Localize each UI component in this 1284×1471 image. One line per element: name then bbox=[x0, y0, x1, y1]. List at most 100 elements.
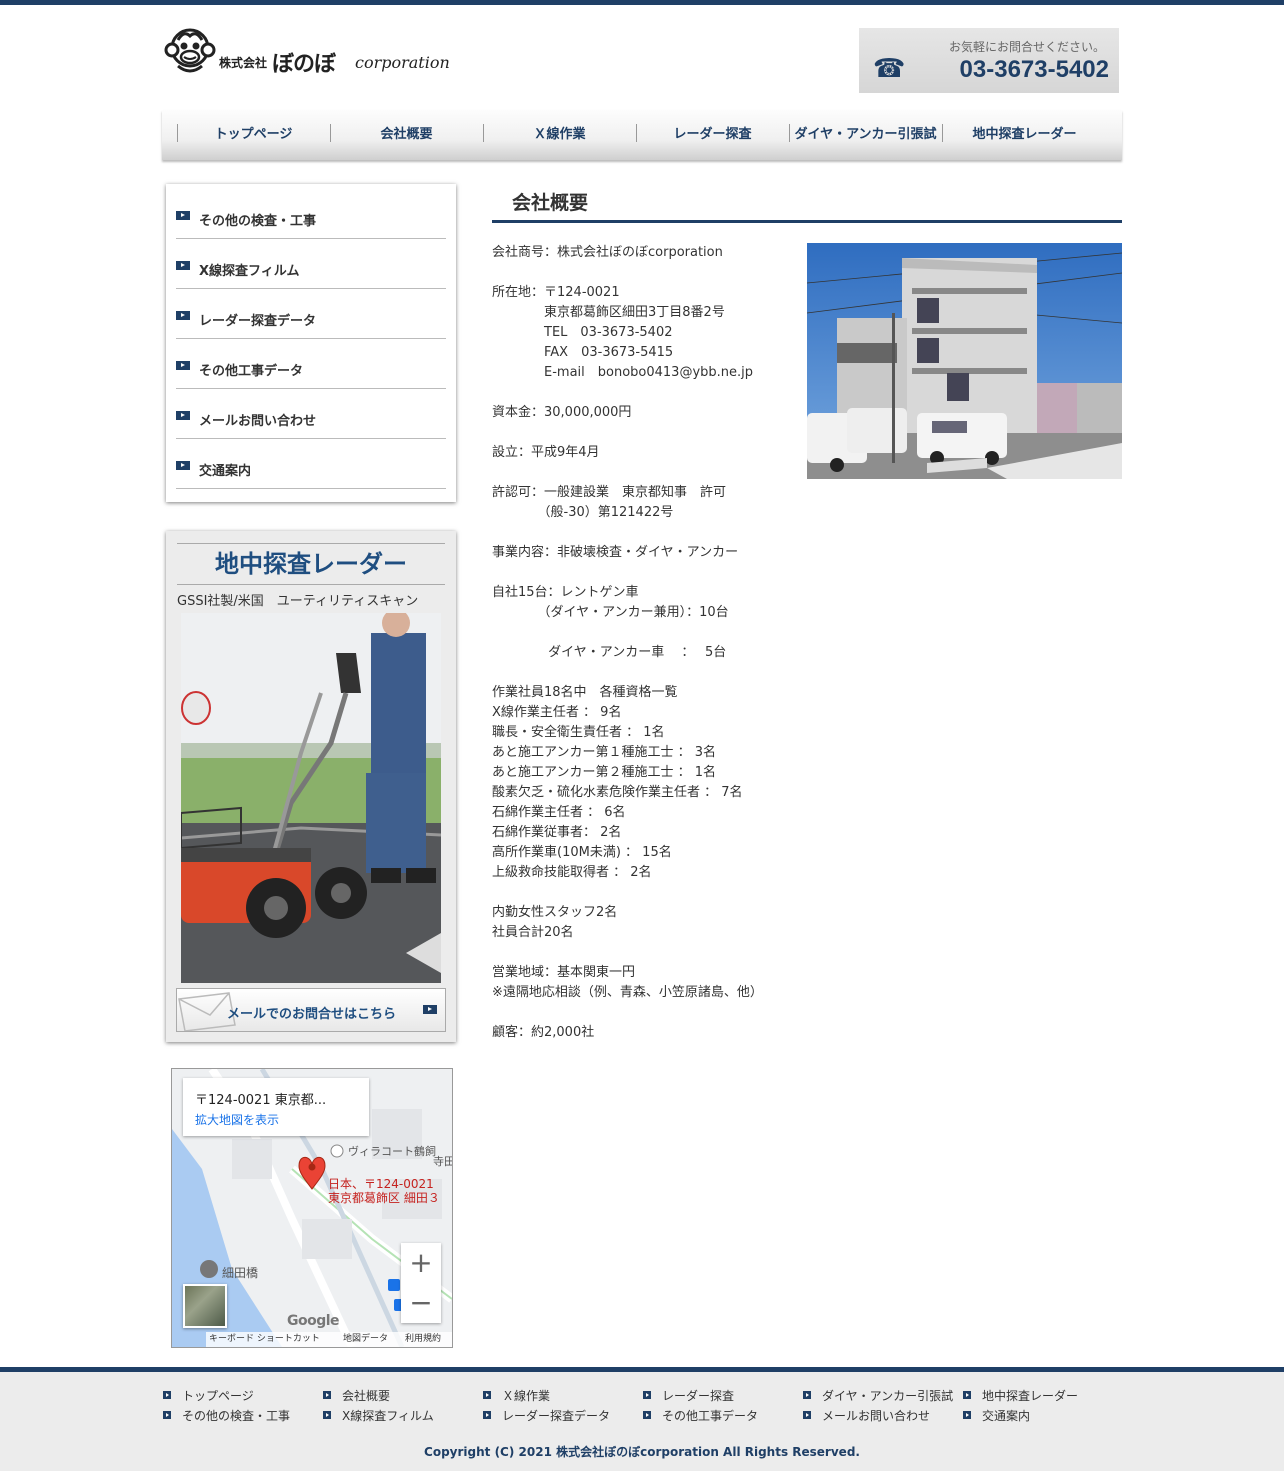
sidenav-item-access[interactable]: 交通案内 bbox=[176, 439, 446, 489]
info-line: 設立：平成9年4月 bbox=[492, 445, 600, 460]
arrow-icon bbox=[643, 1391, 651, 1399]
info-line: 酸素欠乏・硫化水素危険作業主任者 ： 7名 bbox=[492, 785, 743, 800]
sidenav-item-xray-film[interactable]: X線探査フィルム bbox=[176, 239, 446, 289]
footer-link-label: Ｘ線作業 bbox=[502, 1389, 551, 1403]
arrow-icon bbox=[643, 1411, 651, 1419]
info-line bbox=[492, 523, 792, 543]
info-line: ダイヤ・アンカー車 ： 5台 bbox=[492, 645, 727, 660]
footer-link-label: その他の検査・工事 bbox=[182, 1409, 291, 1423]
terms-link[interactable]: 利用規約 bbox=[405, 1332, 441, 1347]
footer-link-label: メールお問い合わせ bbox=[822, 1409, 931, 1423]
arrow-icon bbox=[176, 361, 190, 370]
zoom-out-button[interactable]: − bbox=[401, 1283, 441, 1323]
ground-radar-box: 地中探査レーダー GSSI社製/米国 ユーティリティスキャン メールでのお問合せ… bbox=[166, 531, 456, 1042]
radar-box-title[interactable]: 地中探査レーダー bbox=[177, 543, 445, 585]
main-heading: 会社概要 bbox=[492, 184, 1122, 223]
arrow-icon bbox=[176, 461, 190, 470]
arrow-icon bbox=[163, 1391, 171, 1399]
nav-anchor-test[interactable]: ダイヤ・アンカー引張試 bbox=[789, 110, 942, 160]
info-line bbox=[492, 623, 792, 643]
global-navigation: トップページ 会社概要 Ｘ線作業 レーダー探査 ダイヤ・アンカー引張試 地中探査… bbox=[162, 110, 1122, 160]
keyboard-shortcut-link[interactable]: キーボード ショートカット bbox=[209, 1332, 320, 1347]
sidenav-item-other-inspection[interactable]: その他の検査・工事 bbox=[176, 189, 446, 239]
sidenav-item-mail[interactable]: メールお問い合わせ bbox=[176, 389, 446, 439]
mail-inquiry-button[interactable]: メールでのお問合せはこちら bbox=[176, 988, 446, 1032]
sidenav-item-label: その他の検査・工事 bbox=[199, 214, 317, 229]
arrow-icon bbox=[483, 1411, 491, 1419]
map-pin-label-line: 日本、〒124-0021 bbox=[328, 1177, 434, 1191]
info-line: E-mail bonobo0413@ybb.ne.jp bbox=[492, 365, 754, 380]
footer-link-label: 地中探査レーダー bbox=[982, 1389, 1079, 1403]
info-line: 自社15台：レントゲン車 bbox=[492, 585, 639, 600]
map-pin-label-line: 東京都葛飾区 細田３ bbox=[328, 1191, 440, 1205]
arrow-icon bbox=[423, 1005, 437, 1014]
footer-link-label: X線探査フィルム bbox=[342, 1409, 434, 1423]
sidenav-item-label: メールお問い合わせ bbox=[199, 414, 317, 429]
info-line: 社員合計20名 bbox=[492, 925, 574, 940]
map-address: 〒124-0021 東京都... bbox=[195, 1093, 327, 1108]
logo-suffix: corporation bbox=[355, 53, 450, 72]
map-attribution: キーボード ショートカット 地図データ 利用規約 bbox=[206, 1332, 452, 1347]
arrow-icon bbox=[963, 1411, 971, 1419]
footer-link-label: レーダー探査データ bbox=[502, 1409, 611, 1423]
map-poi: ヴィラコート鶴飼 bbox=[348, 1145, 436, 1158]
info-line bbox=[492, 1003, 792, 1023]
nav-top[interactable]: トップページ bbox=[177, 110, 330, 160]
info-line: 会社商号：株式会社ぼのぼcorporation bbox=[492, 245, 723, 260]
map-enlarge-link[interactable]: 拡大地図を表示 bbox=[195, 1111, 279, 1128]
arrow-icon bbox=[176, 261, 190, 270]
info-line: 資本金：30,000,000円 bbox=[492, 405, 632, 420]
info-line: 内勤女性スタッフ2名 bbox=[492, 905, 618, 920]
info-line: 職長・安全衛生責任者 ： 1名 bbox=[492, 725, 665, 740]
nav-xray[interactable]: Ｘ線作業 bbox=[483, 110, 636, 160]
top-accent-bar bbox=[0, 0, 1284, 5]
info-line bbox=[492, 943, 792, 963]
satellite-toggle[interactable] bbox=[183, 1284, 227, 1328]
radar-box-subtitle: GSSI社製/米国 ユーティリティスキャン bbox=[177, 594, 419, 609]
arrow-icon bbox=[176, 211, 190, 220]
info-line: あと施工アンカー第２種施工士 ： 1名 bbox=[492, 765, 717, 780]
sidenav-item-label: レーダー探査データ bbox=[199, 314, 317, 329]
google-logo: Google bbox=[287, 1313, 340, 1329]
zoom-in-button[interactable]: + bbox=[401, 1243, 441, 1283]
side-navigation: その他の検査・工事 X線探査フィルム レーダー探査データ その他工事データ メー… bbox=[166, 184, 456, 502]
nav-company[interactable]: 会社概要 bbox=[330, 110, 483, 160]
info-line: 営業地域：基本関東一円 bbox=[492, 965, 636, 980]
arrow-icon bbox=[963, 1391, 971, 1399]
phone-number[interactable]: 03-3673-5402 bbox=[960, 56, 1109, 84]
arrow-icon bbox=[803, 1411, 811, 1419]
info-line: 作業社員18名中 各種資格一覧 bbox=[492, 685, 678, 700]
info-line: （ダイヤ・アンカー兼用）：10台 bbox=[492, 605, 729, 620]
site-logo[interactable]: 株式会社 ぼのぼ corporation bbox=[162, 24, 452, 80]
sidenav-item-label: 交通案内 bbox=[199, 464, 252, 479]
sidenav-item-radar-data[interactable]: レーダー探査データ bbox=[176, 289, 446, 339]
sidenav-item-label: その他工事データ bbox=[199, 364, 304, 379]
radar-device-photo[interactable] bbox=[181, 613, 441, 983]
map-pin-label: 日本、〒124-0021 東京都葛飾区 細田３ bbox=[328, 1177, 440, 1205]
footer-link-label: レーダー探査 bbox=[662, 1389, 735, 1403]
arrow-icon bbox=[176, 311, 190, 320]
info-line bbox=[492, 423, 792, 443]
arrow-icon bbox=[323, 1411, 331, 1419]
info-line: 顧客：約2,000社 bbox=[492, 1025, 595, 1040]
map-data-link[interactable]: 地図データ bbox=[343, 1332, 388, 1347]
info-line bbox=[492, 463, 792, 483]
info-line: X線作業主任者 ： 9名 bbox=[492, 705, 622, 720]
footer-link-label: トップページ bbox=[182, 1389, 254, 1403]
footer-link-label: 会社概要 bbox=[342, 1389, 391, 1403]
logo-prefix: 株式会社 bbox=[219, 56, 268, 70]
phone-contact-box: ☎ お気軽にお問合せください。 03-3673-5402 bbox=[859, 28, 1119, 93]
site-footer: トップページ 会社概要 Ｘ線作業 レーダー探査 ダイヤ・アンカー引張試 地中探査… bbox=[0, 1367, 1284, 1471]
nav-radar[interactable]: レーダー探査 bbox=[636, 110, 789, 160]
sidenav-item-other-work[interactable]: その他工事データ bbox=[176, 339, 446, 389]
map-zoom-control: + − bbox=[401, 1243, 441, 1323]
page-title: 会社概要 bbox=[512, 192, 589, 214]
info-line: 東京都葛飾区細田3丁目8番2号 bbox=[492, 305, 725, 320]
mail-button-label: メールでのお問合せはこちら bbox=[227, 1007, 397, 1022]
info-line: 高所作業車(10M未満) ： 15名 bbox=[492, 845, 672, 860]
google-map-embed[interactable]: 〒124-0021 東京都... 拡大地図を表示 ヴィラコート鶴飼 寺田 日本、… bbox=[171, 1068, 453, 1348]
info-line bbox=[492, 263, 792, 283]
map-poi: 細田橋 bbox=[222, 1266, 259, 1280]
info-line: 事業内容：非破壊検査・ダイヤ・アンカー bbox=[492, 545, 739, 560]
nav-ground-radar[interactable]: 地中探査レーダー bbox=[942, 110, 1107, 160]
